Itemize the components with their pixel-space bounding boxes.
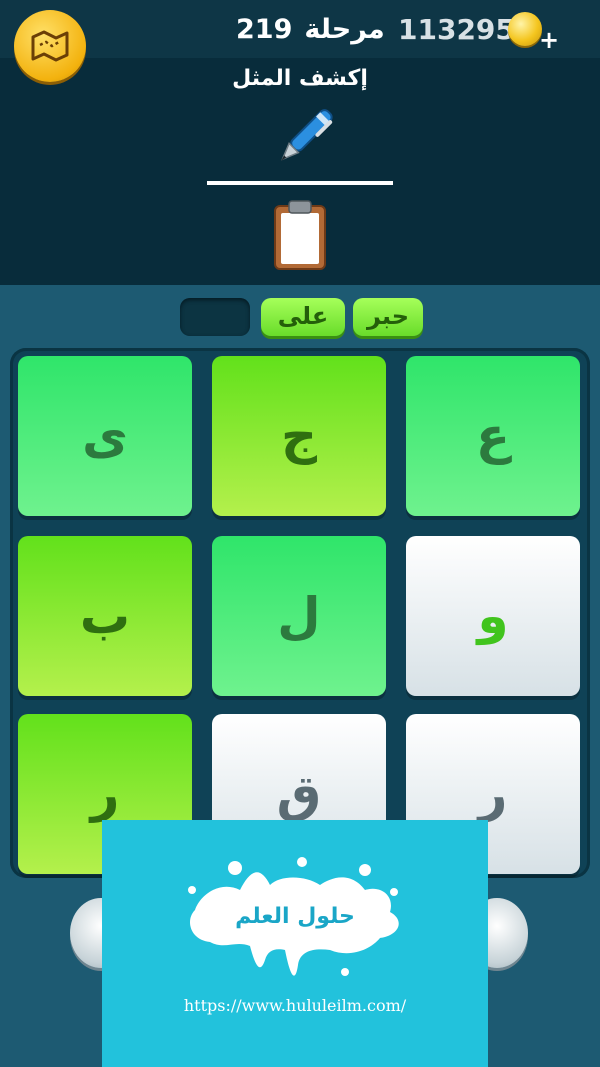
word-slot-empty[interactable] xyxy=(180,298,250,336)
word-slot-1[interactable]: حبر xyxy=(353,298,423,336)
letter-tile[interactable]: و xyxy=(406,536,580,696)
level-number: 219 xyxy=(236,14,293,45)
level-label: مرحلة xyxy=(304,14,385,45)
puzzle-prompt: إكشف المثل xyxy=(232,66,368,91)
found-words-row: على حبر xyxy=(0,298,600,340)
letter-tile[interactable]: ى xyxy=(18,356,192,516)
watermark-url: https://www.hululeilm.com/ xyxy=(183,996,407,1015)
add-coins-plus-icon[interactable]: + xyxy=(539,28,559,52)
letter-tile[interactable]: ل xyxy=(212,536,386,696)
watermark-brand: حلول العلم xyxy=(235,904,355,929)
watermark-overlay: حلول العلم https://www.hululeilm.com/ xyxy=(102,820,488,1067)
answer-underline xyxy=(207,181,393,185)
coin-icon xyxy=(508,12,542,46)
clipboard-icon xyxy=(274,200,326,270)
pen-icon xyxy=(281,109,333,161)
level-indicator: 219 مرحلة xyxy=(236,8,385,52)
word-slot-2[interactable]: على xyxy=(261,298,345,336)
letter-board: ع ج ى و ل ب ر ق ر xyxy=(10,348,590,878)
map-button[interactable] xyxy=(14,10,86,82)
letter-tile-glyph: و xyxy=(477,587,509,645)
letter-tile[interactable]: ب xyxy=(18,536,192,696)
letter-tile[interactable]: ع xyxy=(406,356,580,516)
map-icon xyxy=(31,30,69,62)
puzzle-area: 219 مرحلة 1132955 + إكشف المثل xyxy=(0,0,600,285)
letter-tile[interactable]: ج xyxy=(212,356,386,516)
